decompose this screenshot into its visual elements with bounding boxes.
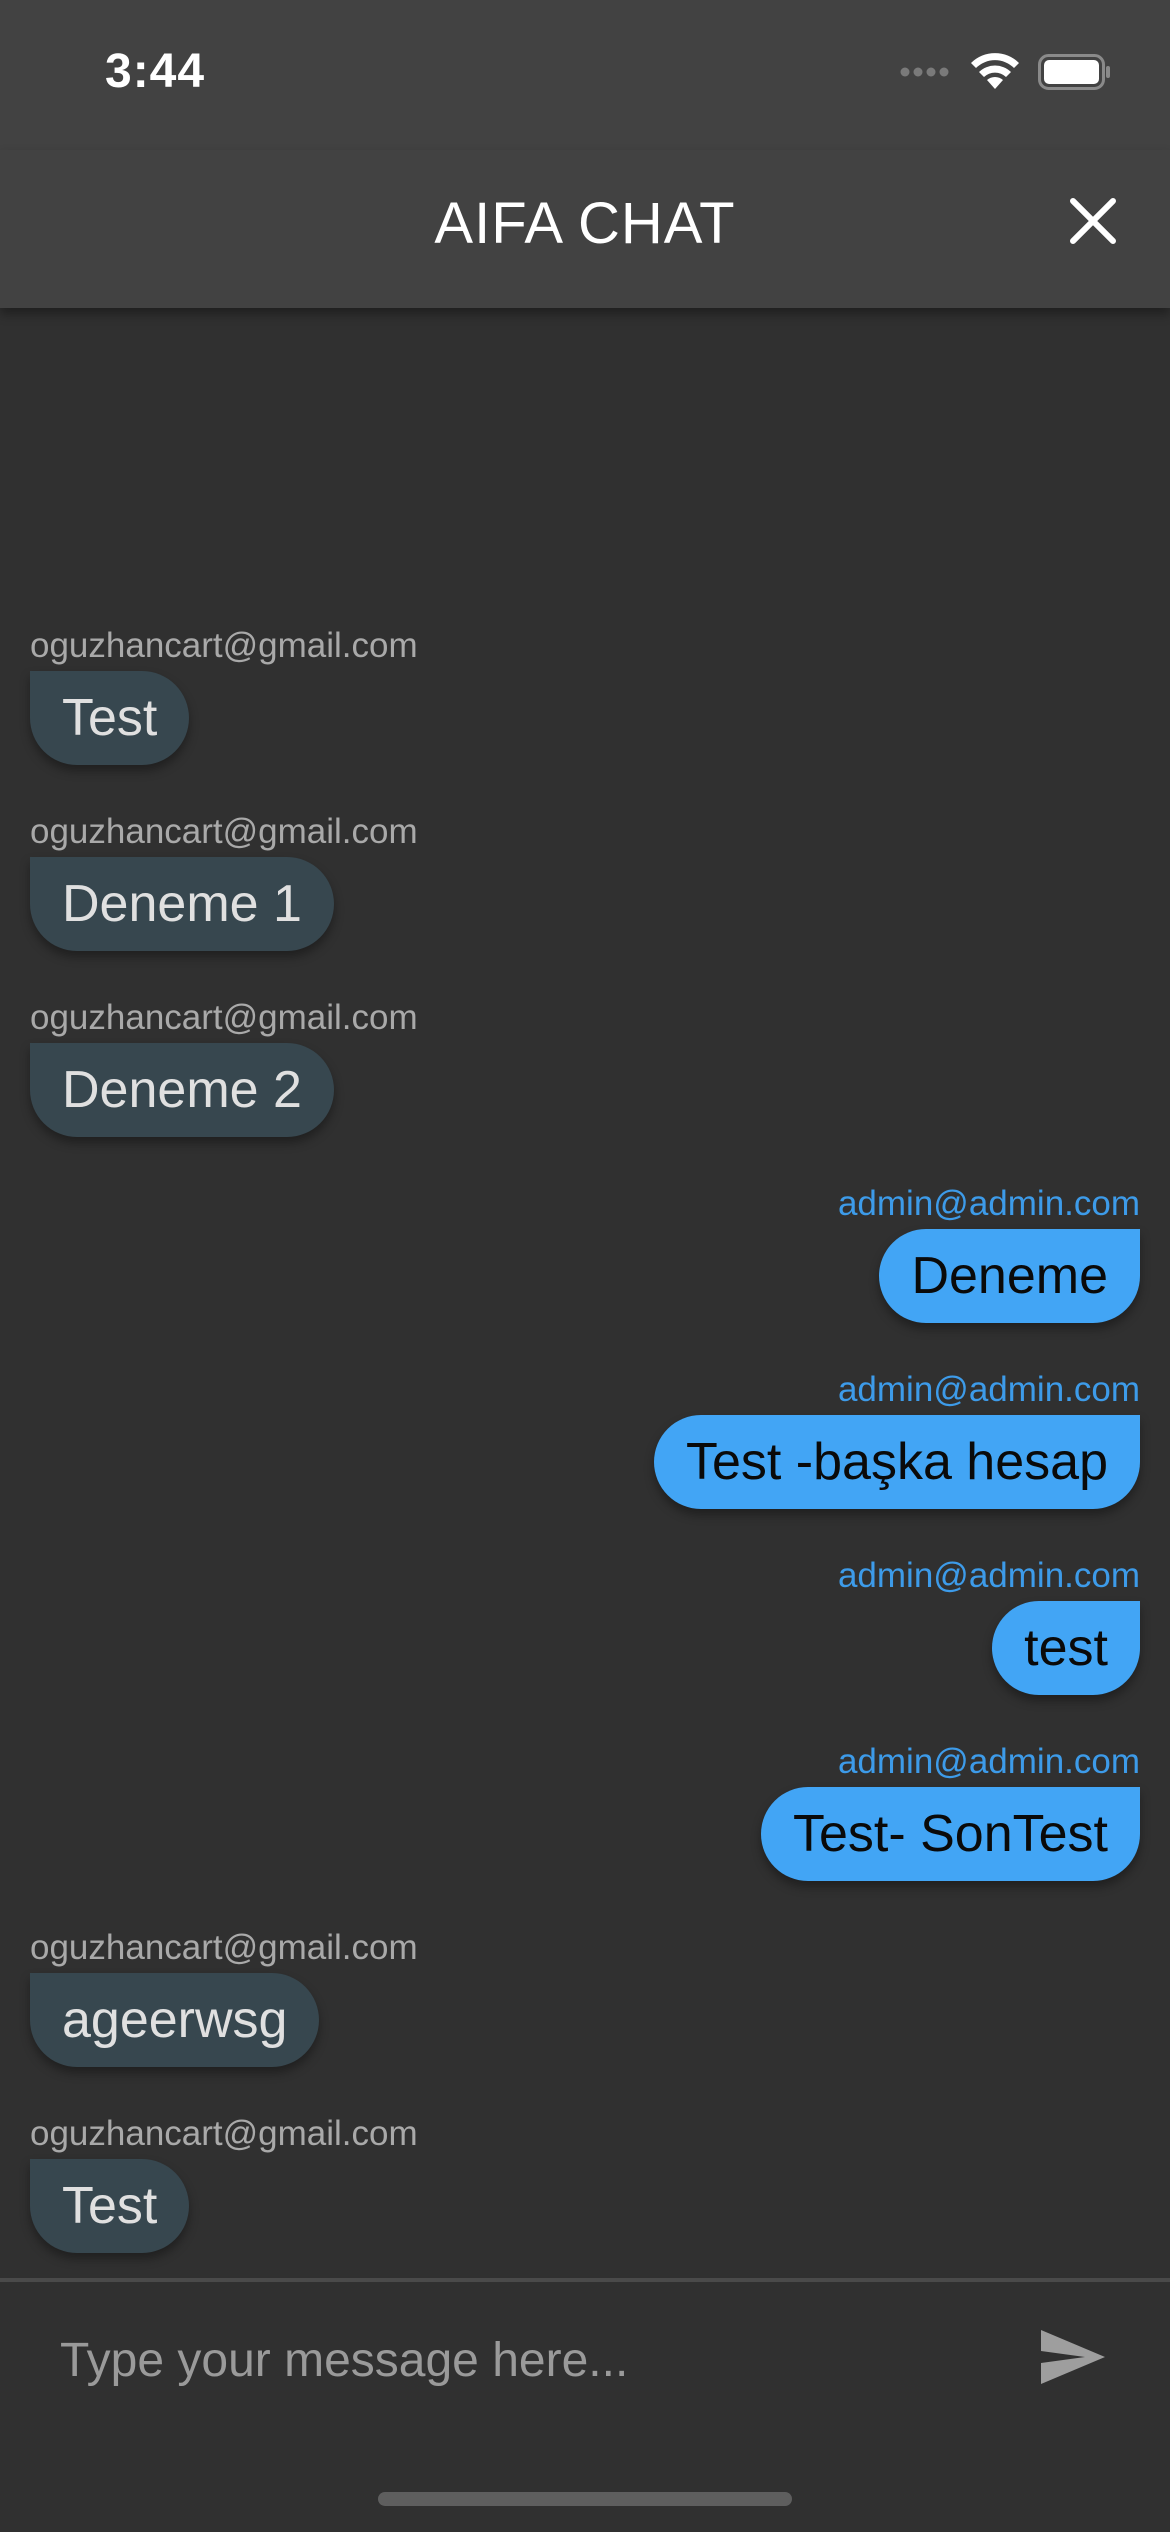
status-bar: 3:44 (0, 0, 1170, 150)
cellular-signal-icon (900, 65, 952, 83)
message-list[interactable]: oguzhancart@gmail.com Test oguzhancart@g… (0, 308, 1170, 2280)
message-item: admin@admin.com Test -başka hesap (30, 1370, 1140, 1509)
message-item: oguzhancart@gmail.com Test (30, 626, 1140, 765)
message-bubble[interactable]: Deneme (879, 1229, 1140, 1323)
message-bubble[interactable]: test (992, 1601, 1140, 1695)
message-sender: oguzhancart@gmail.com (30, 1928, 418, 1967)
send-icon (1039, 2328, 1107, 2391)
app-bar: AIFA CHAT (0, 150, 1170, 308)
close-icon (1069, 197, 1117, 250)
wifi-icon (970, 52, 1020, 96)
message-sender: admin@admin.com (837, 1370, 1140, 1409)
message-sender: admin@admin.com (837, 1556, 1140, 1595)
message-bubble[interactable]: ageerwsg (30, 1973, 320, 2067)
message-sender: admin@admin.com (837, 1742, 1140, 1781)
page-title: AIFA CHAT (434, 191, 736, 256)
message-sender: oguzhancart@gmail.com (30, 626, 418, 665)
message-item: oguzhancart@gmail.com Deneme 2 (30, 998, 1140, 1137)
message-bubble[interactable]: Test (30, 2159, 190, 2253)
message-bubble[interactable]: Test (30, 671, 190, 765)
message-item: oguzhancart@gmail.com Test (30, 2114, 1140, 2253)
message-item: admin@admin.com Deneme (30, 1184, 1140, 1323)
message-bubble[interactable]: Deneme 2 (30, 1043, 334, 1137)
home-indicator (378, 2492, 792, 2506)
message-bubble[interactable]: Deneme 1 (30, 857, 334, 951)
message-bubble[interactable]: Test- SonTest (760, 1787, 1140, 1881)
message-bubble[interactable]: Test -başka hesap (653, 1415, 1140, 1509)
close-button[interactable] (1058, 188, 1128, 258)
message-item: admin@admin.com test (30, 1556, 1140, 1695)
message-sender: oguzhancart@gmail.com (30, 812, 418, 851)
message-input[interactable] (60, 2320, 960, 2400)
chat-screen: 3:44 AIFA CHAT oguzhancart@gmail.com Tes… (0, 0, 1170, 2532)
message-sender: oguzhancart@gmail.com (30, 2114, 418, 2153)
battery-icon (1038, 53, 1112, 95)
message-sender: oguzhancart@gmail.com (30, 998, 418, 1037)
send-button[interactable] (1036, 2324, 1110, 2394)
message-item: admin@admin.com Test- SonTest (30, 1742, 1140, 1881)
status-time: 3:44 (105, 45, 206, 98)
message-item: oguzhancart@gmail.com ageerwsg (30, 1928, 1140, 2067)
message-sender: admin@admin.com (837, 1184, 1140, 1223)
status-icons (900, 52, 1112, 96)
message-item: oguzhancart@gmail.com Deneme 1 (30, 812, 1140, 951)
